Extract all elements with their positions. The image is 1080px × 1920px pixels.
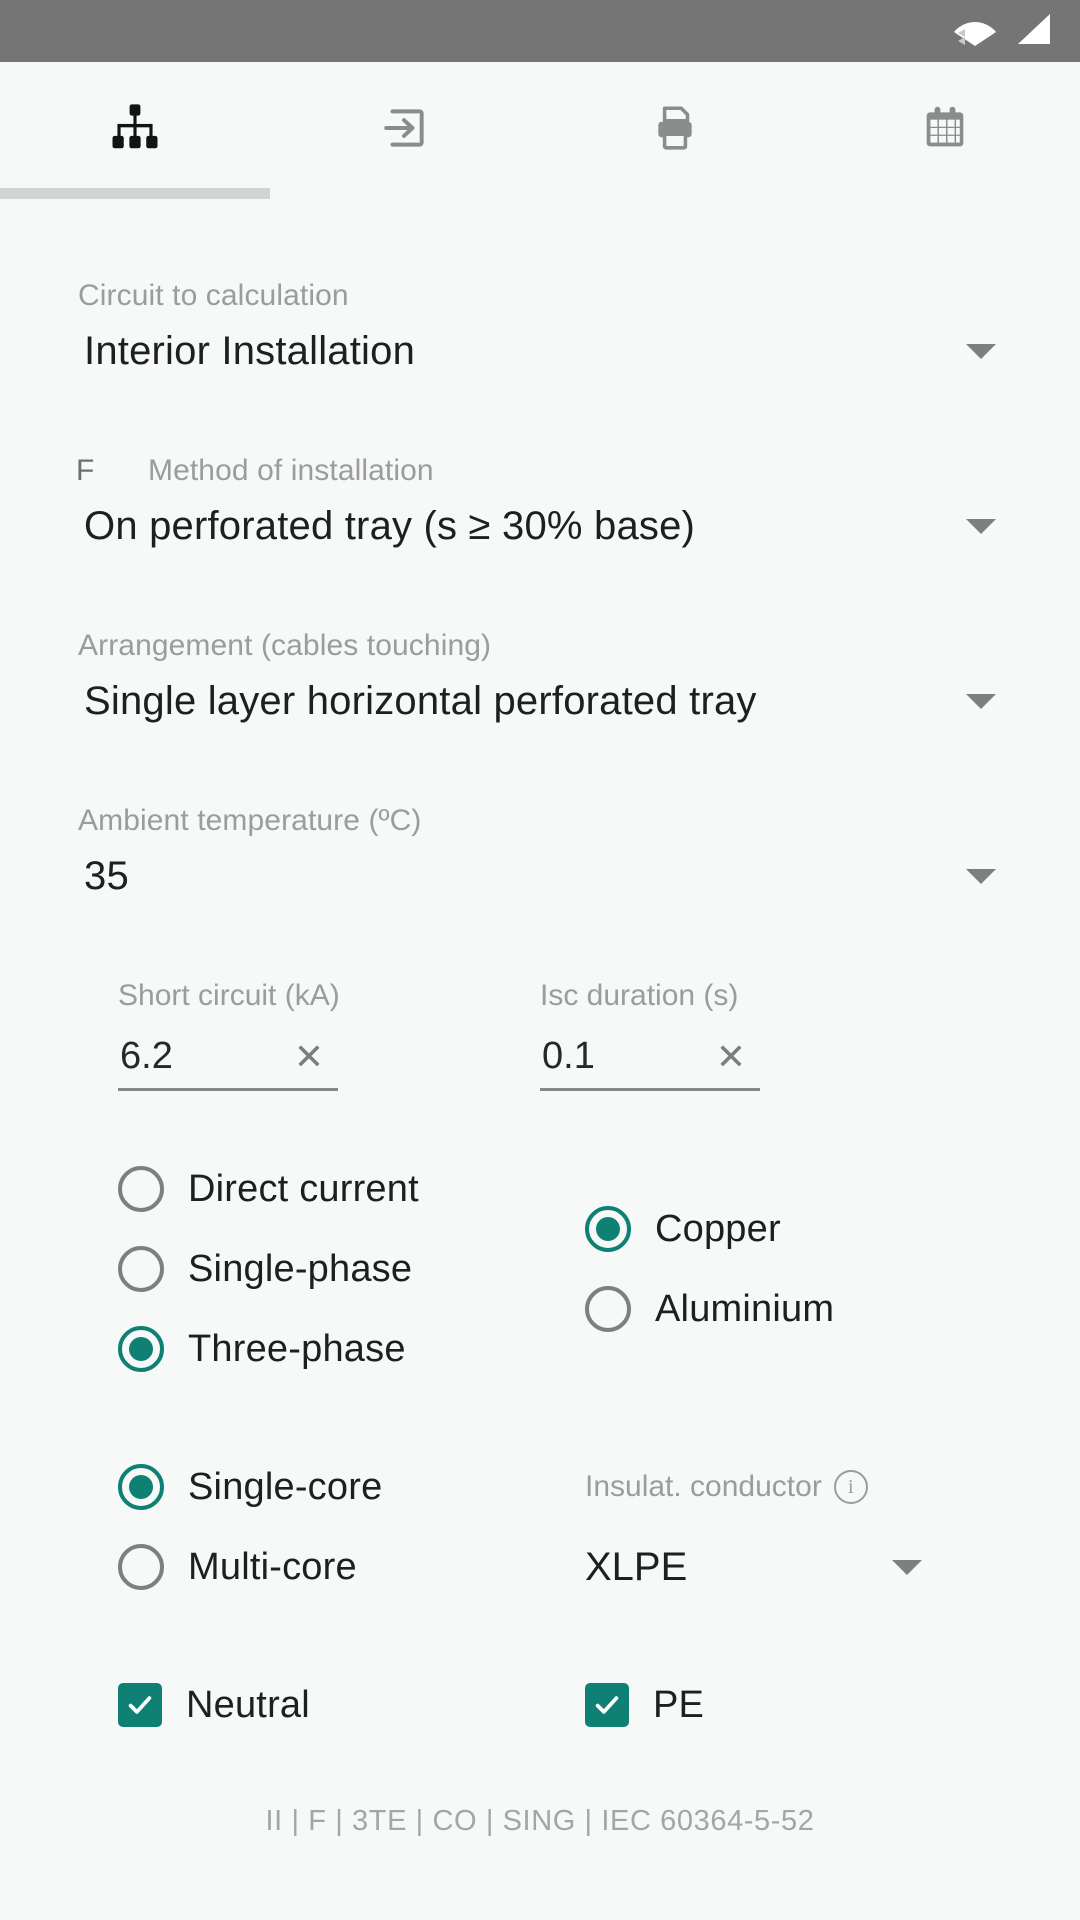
isc-duration-label: Isc duration (s) <box>540 979 739 1012</box>
arrangement-value: Single layer horizontal perforated tray <box>84 679 757 723</box>
pe-group: PE <box>495 1665 962 1745</box>
insulation-select[interactable]: XLPE <box>585 1527 962 1607</box>
chevron-down-icon <box>892 1559 922 1575</box>
tab-input[interactable] <box>270 62 540 199</box>
short-circuit-input[interactable]: 6.2 ✕ <box>118 1035 338 1091</box>
checkbox-neutral[interactable]: Neutral <box>118 1665 495 1745</box>
current-type-and-material: Direct current Single-phase Three-phase … <box>0 1149 1080 1389</box>
active-tab-indicator <box>0 188 270 199</box>
current-type-group: Direct current Single-phase Three-phase <box>118 1149 495 1389</box>
radio-three-phase[interactable]: Three-phase <box>118 1309 495 1389</box>
field-method-of-installation: F Method of installation On perforated t… <box>0 454 1080 549</box>
radio-icon-selected <box>118 1464 164 1510</box>
field-circuit-to-calculation: Circuit to calculation Interior Installa… <box>0 279 1080 374</box>
circuit-select[interactable]: Interior Installation <box>76 329 1004 374</box>
tab-circuit-diagram[interactable] <box>0 62 270 199</box>
isc-duration-value: 0.1 <box>542 1035 595 1077</box>
radio-multi-core[interactable]: Multi-core <box>118 1527 495 1607</box>
arrangement-select[interactable]: Single layer horizontal perforated tray <box>76 679 1004 724</box>
radio-aluminium[interactable]: Aluminium <box>585 1269 962 1349</box>
radio-direct-current[interactable]: Direct current <box>118 1149 495 1229</box>
method-select[interactable]: On perforated tray (s ≥ 30% base) <box>76 504 1004 549</box>
radio-label: Multi-core <box>188 1545 357 1588</box>
field-arrangement: Arrangement (cables touching) Single lay… <box>0 629 1080 724</box>
status-bar-icons <box>952 12 1052 51</box>
method-prefix: F <box>76 454 95 487</box>
info-icon[interactable]: i <box>833 1470 868 1504</box>
ambient-select[interactable]: 35 <box>76 854 1004 899</box>
tab-bar <box>0 62 1080 199</box>
short-circuit-value: 6.2 <box>120 1035 173 1077</box>
calendar-icon <box>920 103 970 158</box>
radio-copper[interactable]: Copper <box>585 1189 962 1269</box>
printer-icon <box>650 103 700 158</box>
checkbox-label: Neutral <box>186 1683 310 1726</box>
ambient-value: 35 <box>84 854 129 898</box>
short-circuit-row: Short circuit (kA) 6.2 ✕ Isc duration (s… <box>0 979 1080 1091</box>
signal-icon <box>1014 12 1052 51</box>
material-group: Copper Aluminium <box>495 1149 962 1389</box>
radio-icon-selected <box>118 1326 164 1372</box>
core-group: Single-core Multi-core <box>118 1447 495 1607</box>
chevron-down-icon <box>966 519 996 534</box>
radio-label: Aluminium <box>655 1287 835 1330</box>
radio-single-phase[interactable]: Single-phase <box>118 1229 495 1309</box>
checkbox-label: PE <box>653 1683 705 1726</box>
radio-icon <box>118 1166 164 1212</box>
clear-icon[interactable]: ✕ <box>716 1038 746 1075</box>
radio-icon-selected <box>585 1206 631 1252</box>
form-content: Circuit to calculation Interior Installa… <box>0 199 1080 1838</box>
radio-label: Direct current <box>188 1167 419 1210</box>
ambient-label: Ambient temperature (ºC) <box>78 804 422 837</box>
radio-icon <box>118 1246 164 1292</box>
field-short-circuit: Short circuit (kA) 6.2 ✕ <box>118 979 540 1091</box>
status-bar <box>0 0 1080 62</box>
circuit-label: Circuit to calculation <box>78 279 349 312</box>
chevron-down-icon <box>966 869 996 884</box>
field-ambient-temperature: Ambient temperature (ºC) 35 <box>0 804 1080 899</box>
radio-label: Single-phase <box>188 1247 413 1290</box>
short-circuit-label: Short circuit (kA) <box>118 979 340 1012</box>
wifi-icon <box>952 12 998 51</box>
tab-print[interactable] <box>540 62 810 199</box>
chevron-down-icon <box>966 344 996 359</box>
radio-label: Single-core <box>188 1465 383 1508</box>
radio-icon <box>585 1286 631 1332</box>
arrangement-label: Arrangement (cables touching) <box>78 629 492 662</box>
insulation-label: Insulat. conductor <box>585 1470 822 1503</box>
clear-icon[interactable]: ✕ <box>294 1038 324 1075</box>
insulation-value: XLPE <box>585 1544 688 1589</box>
core-and-insulation: Single-core Multi-core Insulat. conducto… <box>0 1447 1080 1607</box>
neutral-group: Neutral <box>118 1665 495 1745</box>
checkmark-icon <box>118 1683 162 1727</box>
insulation-group: Insulat. conductor i XLPE <box>495 1447 962 1607</box>
conductor-checkbox-row: Neutral PE <box>0 1665 1080 1745</box>
method-label-row: F Method of installation <box>76 454 1004 488</box>
checkmark-icon <box>585 1683 629 1727</box>
checkbox-pe[interactable]: PE <box>585 1665 962 1745</box>
method-label: Method of installation <box>148 454 434 487</box>
login-arrow-icon <box>380 103 430 158</box>
circuit-value: Interior Installation <box>84 329 416 373</box>
method-value: On perforated tray (s ≥ 30% base) <box>84 504 696 548</box>
tab-tables[interactable] <box>810 62 1080 199</box>
chevron-down-icon <box>966 694 996 709</box>
radio-single-core[interactable]: Single-core <box>118 1447 495 1527</box>
radio-label: Copper <box>655 1207 781 1250</box>
radio-icon <box>118 1544 164 1590</box>
radio-label: Three-phase <box>188 1327 406 1370</box>
summary-footer: II | F | 3TE | CO | SING | IEC 60364-5-5… <box>265 1805 815 1837</box>
insulation-label-row: Insulat. conductor i <box>585 1447 962 1527</box>
field-isc-duration: Isc duration (s) 0.1 ✕ <box>540 979 962 1091</box>
isc-duration-input[interactable]: 0.1 ✕ <box>540 1035 760 1091</box>
sitemap-icon <box>108 101 162 160</box>
